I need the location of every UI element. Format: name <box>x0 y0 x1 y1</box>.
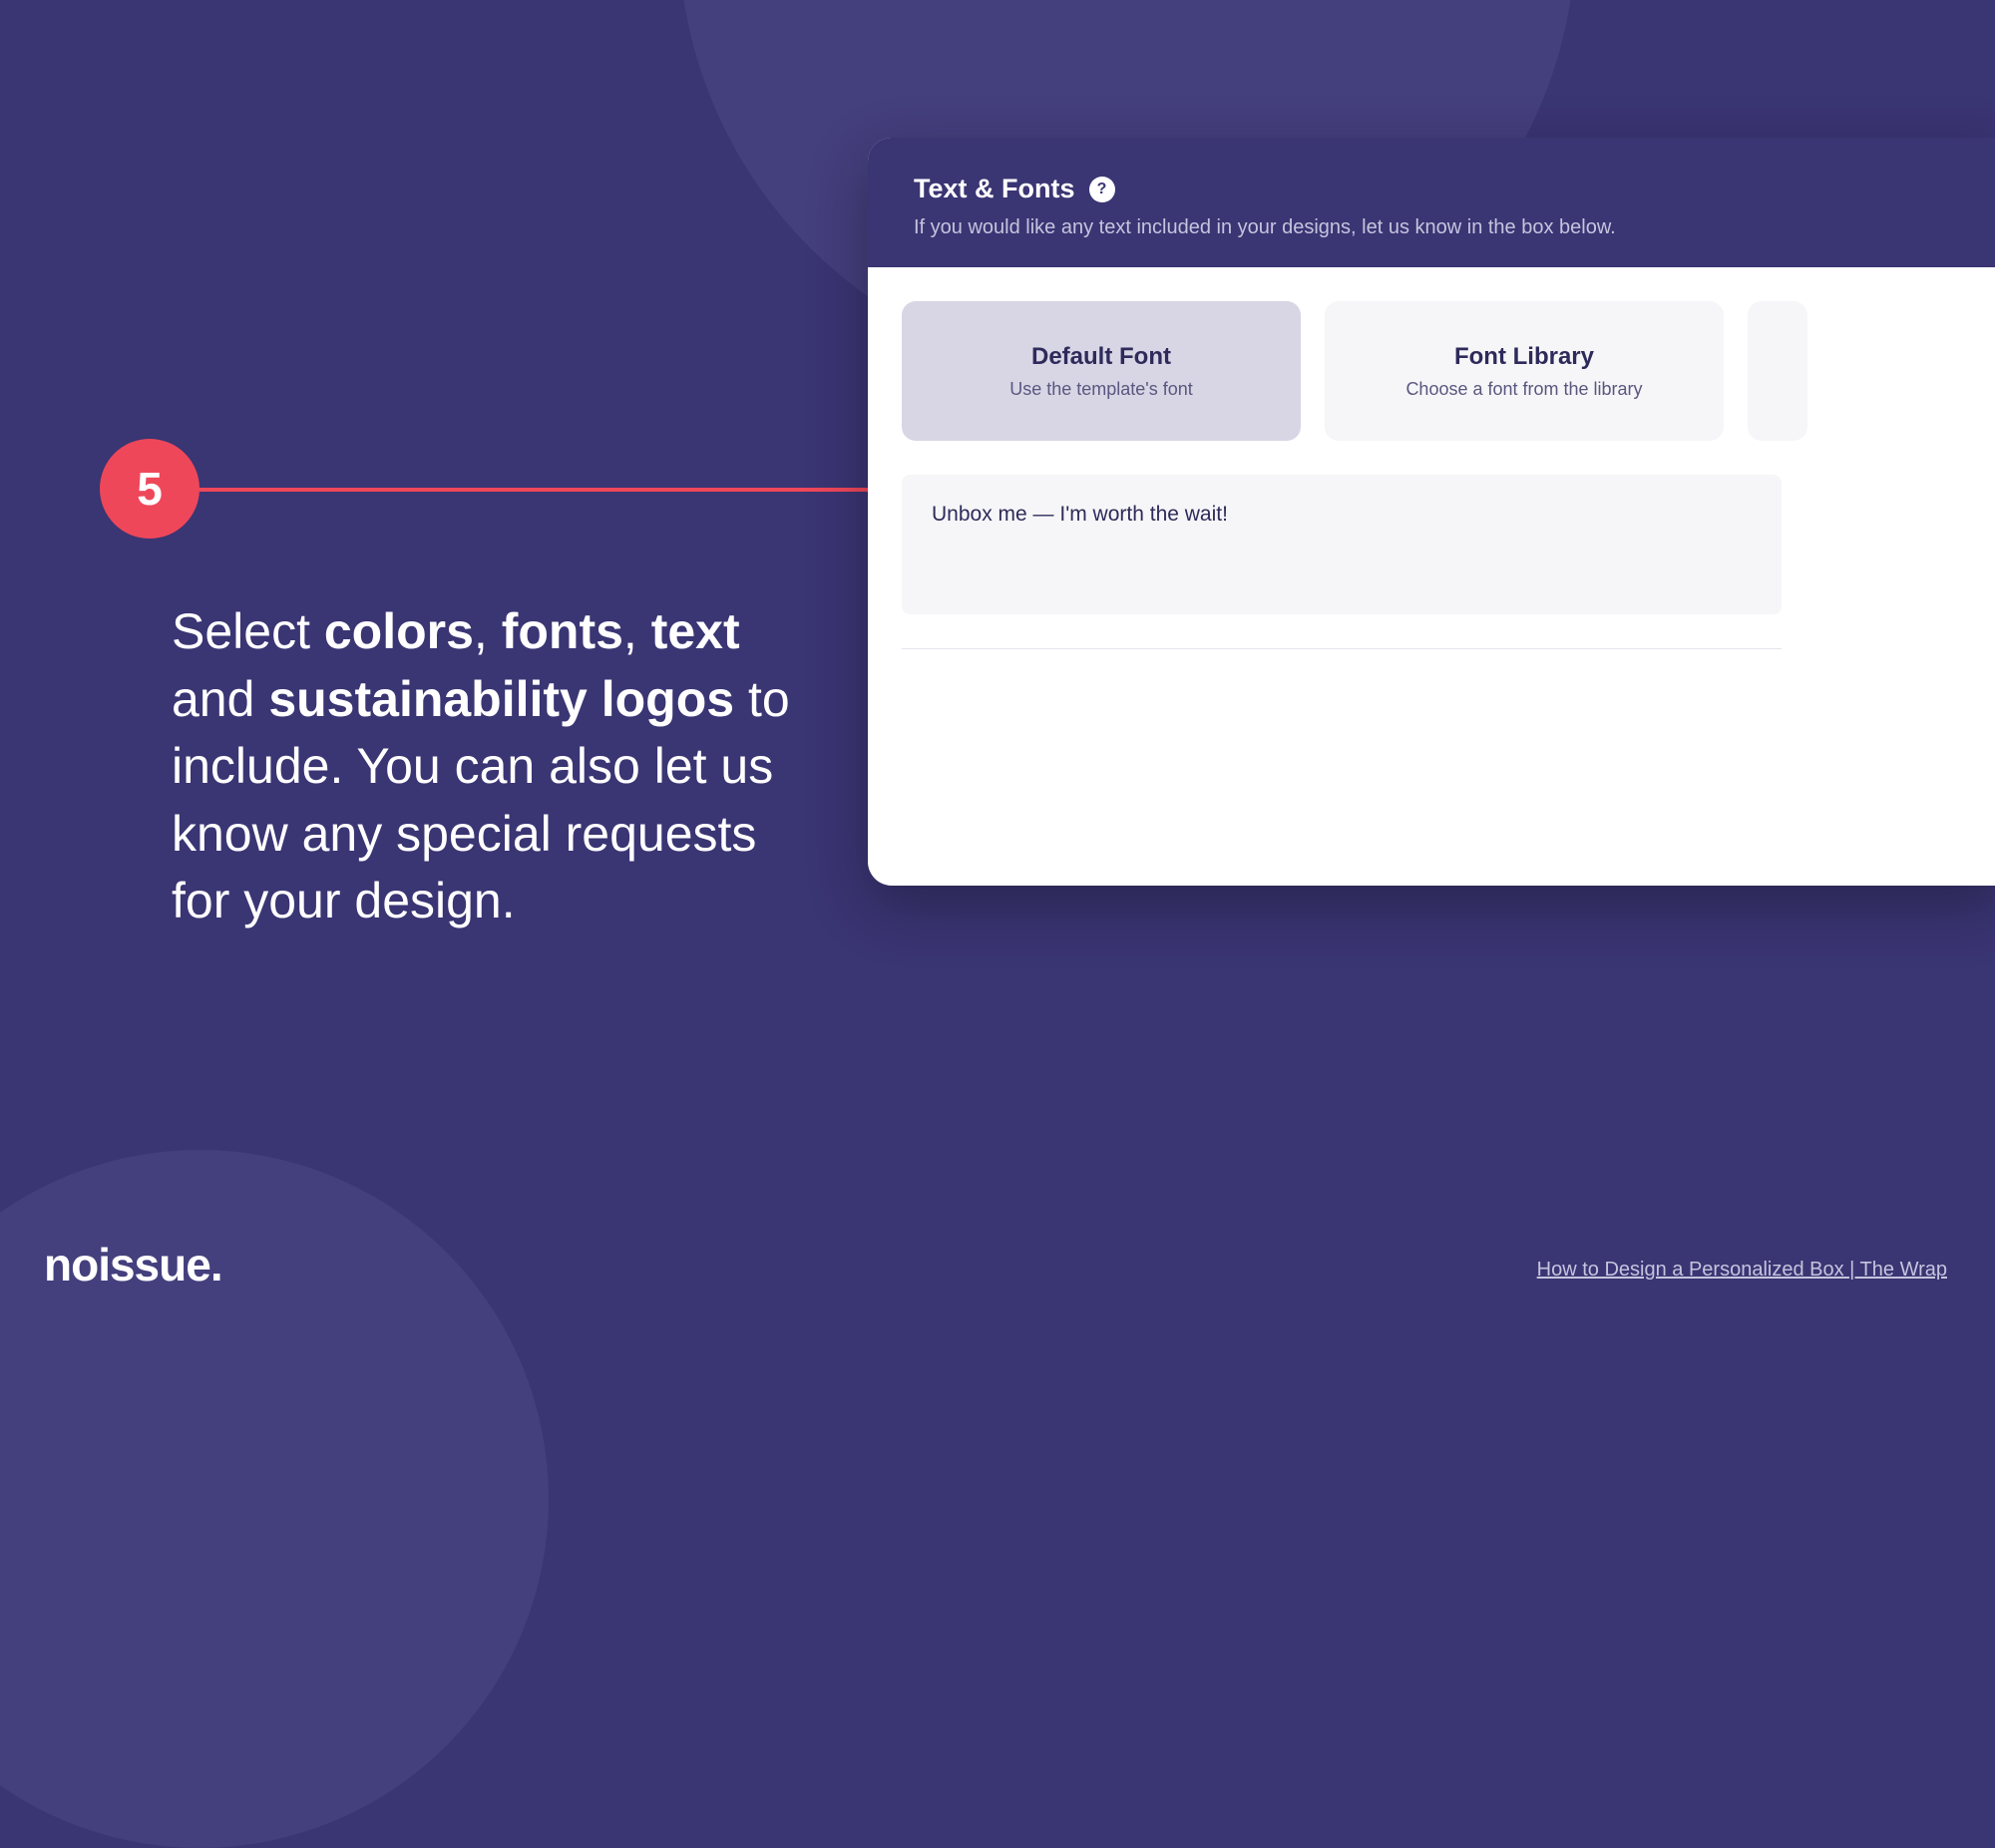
instruction-part: , <box>474 603 502 659</box>
connector-line <box>190 488 888 492</box>
font-option-title: Default Font <box>1031 343 1171 371</box>
instruction-part: Select <box>172 603 324 659</box>
instruction-bold-text: text <box>651 603 740 659</box>
step-number-badge: 5 <box>100 439 200 539</box>
instruction-bold-fonts: fonts <box>502 603 623 659</box>
custom-text-value: Unbox me — I'm worth the wait! <box>932 503 1752 527</box>
footer-article-link[interactable]: How to Design a Personalized Box | The W… <box>1537 1259 1947 1282</box>
instruction-bold-sustainability: sustainability logos <box>268 671 734 727</box>
font-options-row: Default Font Use the template's font Fon… <box>902 301 1995 441</box>
text-fonts-panel: Text & Fonts ? If you would like any tex… <box>868 138 1995 886</box>
step-number: 5 <box>137 462 163 516</box>
brand-logo: noissue. <box>44 1238 222 1292</box>
instruction-part: and <box>172 671 268 727</box>
panel-title: Text & Fonts <box>914 174 1075 204</box>
font-option-subtitle: Choose a font from the library <box>1405 379 1642 400</box>
instruction-bold-colors: colors <box>324 603 474 659</box>
panel-header: Text & Fonts ? If you would like any tex… <box>868 138 1995 267</box>
panel-subtitle: If you would like any text included in y… <box>914 216 1959 239</box>
font-option-default[interactable]: Default Font Use the template's font <box>902 301 1301 441</box>
instruction-part: , <box>623 603 651 659</box>
panel-divider <box>902 648 1782 649</box>
help-icon[interactable]: ? <box>1089 177 1115 202</box>
panel-body: Default Font Use the template's font Fon… <box>868 267 1995 683</box>
instruction-text: Select colors, fonts, text and sustainab… <box>172 598 790 935</box>
font-option-title: Font Library <box>1454 343 1594 371</box>
font-option-partial[interactable] <box>1748 301 1807 441</box>
font-option-library[interactable]: Font Library Choose a font from the libr… <box>1325 301 1724 441</box>
font-option-subtitle: Use the template's font <box>1009 379 1193 400</box>
custom-text-input[interactable]: Unbox me — I'm worth the wait! <box>902 475 1782 614</box>
panel-title-row: Text & Fonts ? <box>914 174 1959 204</box>
